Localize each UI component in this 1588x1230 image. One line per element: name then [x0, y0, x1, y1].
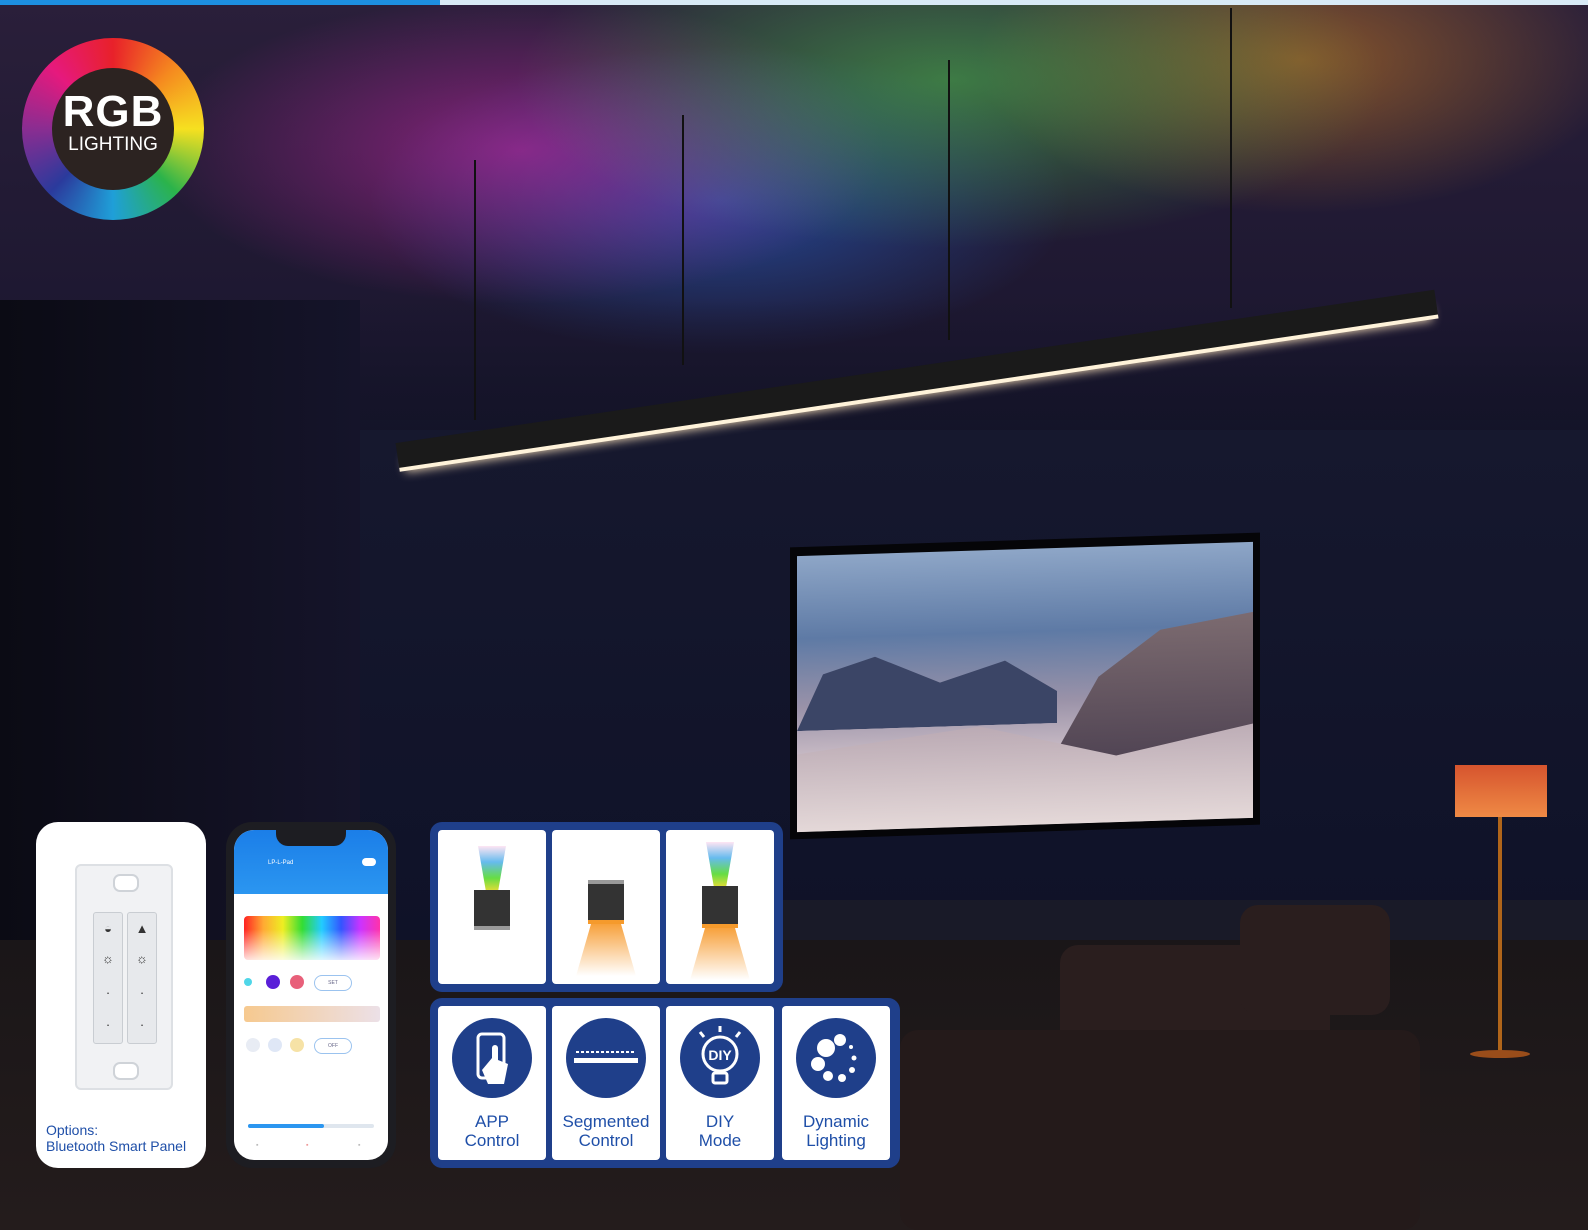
wall-fixture-icon: [474, 890, 510, 930]
dim-down-icon: ◒: [104, 921, 112, 936]
white-preset-dot[interactable]: [268, 1038, 282, 1052]
power-toggle[interactable]: [362, 858, 376, 866]
feature-diy-mode: DIY DIY Mode: [666, 1006, 774, 1160]
panel-caption-line1: Options:: [46, 1122, 99, 1138]
screen-mountains-far: [797, 643, 1057, 731]
warm-lens-icon: [702, 924, 738, 928]
app-title: LP-L-Pad: [268, 860, 294, 866]
product-banner: RGB LIGHTING ◒ ☼ · · ▲ ☼ · · Options: Bl…: [0, 0, 1588, 1230]
off-pill-button[interactable]: OFF: [314, 1038, 352, 1054]
feature-label-line2: Lighting: [806, 1131, 866, 1150]
dot-icon: ·: [105, 985, 111, 1000]
feature-label: Dynamic Lighting: [782, 1112, 890, 1150]
smartphone: LP-L-Pad SET OFF ▪ ▪ ▪: [226, 822, 396, 1168]
switch-rocker-left: ◒ ☼ · ·: [93, 912, 123, 1044]
fixture-lens-icon: [474, 926, 510, 930]
dot-icon: ·: [139, 1017, 145, 1032]
wall-fixture-icon: [702, 886, 738, 926]
brightness-up-icon: ▲: [135, 921, 149, 936]
feature-label-line1: DIY: [705, 1112, 735, 1131]
set-pill-button[interactable]: SET: [314, 975, 352, 991]
feature-label-line1: Segmented: [562, 1112, 650, 1131]
phone-notch: [276, 830, 346, 846]
color-preset-dot[interactable]: [244, 978, 252, 986]
white-preset-dot[interactable]: [290, 1038, 304, 1052]
dot-icon: ·: [139, 985, 145, 1000]
beam-mode-up: [438, 830, 546, 984]
fixture-lens-icon: [588, 880, 624, 884]
plate-screw-hole: [113, 874, 139, 892]
badge-subtitle: LIGHTING: [68, 134, 158, 155]
feature-label-line2: Mode: [698, 1131, 742, 1150]
feature-label-line2: Control: [464, 1131, 520, 1150]
phone-screen: LP-L-Pad SET OFF ▪ ▪ ▪: [234, 830, 388, 1160]
brightness-slider-fill: [248, 1124, 324, 1128]
floor-lamp-shade: [1455, 765, 1547, 817]
panel-caption-line2: Bluetooth Smart Panel: [46, 1138, 187, 1154]
color-preset-dot[interactable]: [266, 975, 280, 989]
smart-panel-image: ◒ ☼ · · ▲ ☼ · ·: [75, 864, 173, 1090]
sofa: [900, 1030, 1420, 1230]
app-bottom-nav: ▪ ▪ ▪: [248, 1142, 374, 1152]
rgb-up-beam-icon: [706, 842, 734, 890]
rgb-lighting-badge: RGB LIGHTING: [22, 38, 204, 220]
suspension-wire: [682, 115, 684, 365]
suspension-wire: [1230, 8, 1232, 308]
warm-down-beam-icon: [690, 928, 750, 980]
feature-label-line1: APP: [474, 1112, 510, 1131]
feature-label: APP Control: [438, 1112, 546, 1150]
beam-mode-up-down: [666, 830, 774, 984]
bulb-icon: ☼: [102, 951, 114, 966]
beam-mode-panel: [430, 822, 783, 992]
nav-scene-icon[interactable]: ▪: [306, 1142, 308, 1149]
brightness-slider[interactable]: [248, 1124, 374, 1128]
feature-label: Segmented Control: [552, 1112, 660, 1150]
feature-app-control: APP Control: [438, 1006, 546, 1160]
rgb-up-beam-icon: [478, 846, 506, 894]
feature-label-line1: Dynamic: [802, 1112, 870, 1131]
feature-dynamic-lighting: Dynamic Lighting: [782, 1006, 890, 1160]
feature-label-line2: Control: [578, 1131, 634, 1150]
suspension-wire: [948, 60, 950, 340]
switch-rocker-right: ▲ ☼ · ·: [127, 912, 157, 1044]
plate-screw-hole: [113, 1062, 139, 1080]
projector-screen: [797, 541, 1253, 833]
badge-title: RGB: [62, 87, 164, 136]
color-preset-dot[interactable]: [290, 975, 304, 989]
svg-text:DIY: DIY: [708, 1047, 732, 1063]
feature-label: DIY Mode: [666, 1112, 774, 1150]
rgb-badge-center: RGB LIGHTING: [52, 68, 174, 190]
nav-home-icon[interactable]: ▪: [256, 1142, 258, 1149]
diy-bulb-icon: DIY: [680, 1018, 760, 1098]
phone-touch-icon: [452, 1018, 532, 1098]
warm-down-beam-icon: [576, 924, 636, 976]
color-picker[interactable]: [244, 916, 380, 960]
warm-lens-icon: [588, 920, 624, 924]
suspension-wire: [474, 160, 476, 420]
top-bar: [0, 0, 1588, 5]
feature-panel: APP Control Segmented Control DIY DIY Mode …: [430, 998, 900, 1168]
floor-lamp-base: [1470, 1050, 1530, 1058]
white-preset-dot[interactable]: [246, 1038, 260, 1052]
armchair: [1240, 905, 1390, 1015]
beam-mode-down: [552, 830, 660, 984]
dynamic-dots-icon: [796, 1018, 876, 1098]
bulb-icon: ☼: [136, 951, 148, 966]
smart-panel-card: ◒ ☼ · · ▲ ☼ · · Options: Bluetooth Smart…: [36, 822, 206, 1168]
dot-icon: ·: [105, 1017, 111, 1032]
wall-fixture-icon: [588, 880, 624, 920]
feature-segmented-control: Segmented Control: [552, 1006, 660, 1160]
color-temperature-bar[interactable]: [244, 1006, 380, 1022]
nav-profile-icon[interactable]: ▪: [358, 1142, 360, 1149]
panel-caption: Options: Bluetooth Smart Panel: [46, 1122, 186, 1154]
top-bar-accent: [0, 0, 440, 5]
segmented-strip-icon: [566, 1018, 646, 1098]
floor-lamp-pole: [1498, 817, 1502, 1057]
